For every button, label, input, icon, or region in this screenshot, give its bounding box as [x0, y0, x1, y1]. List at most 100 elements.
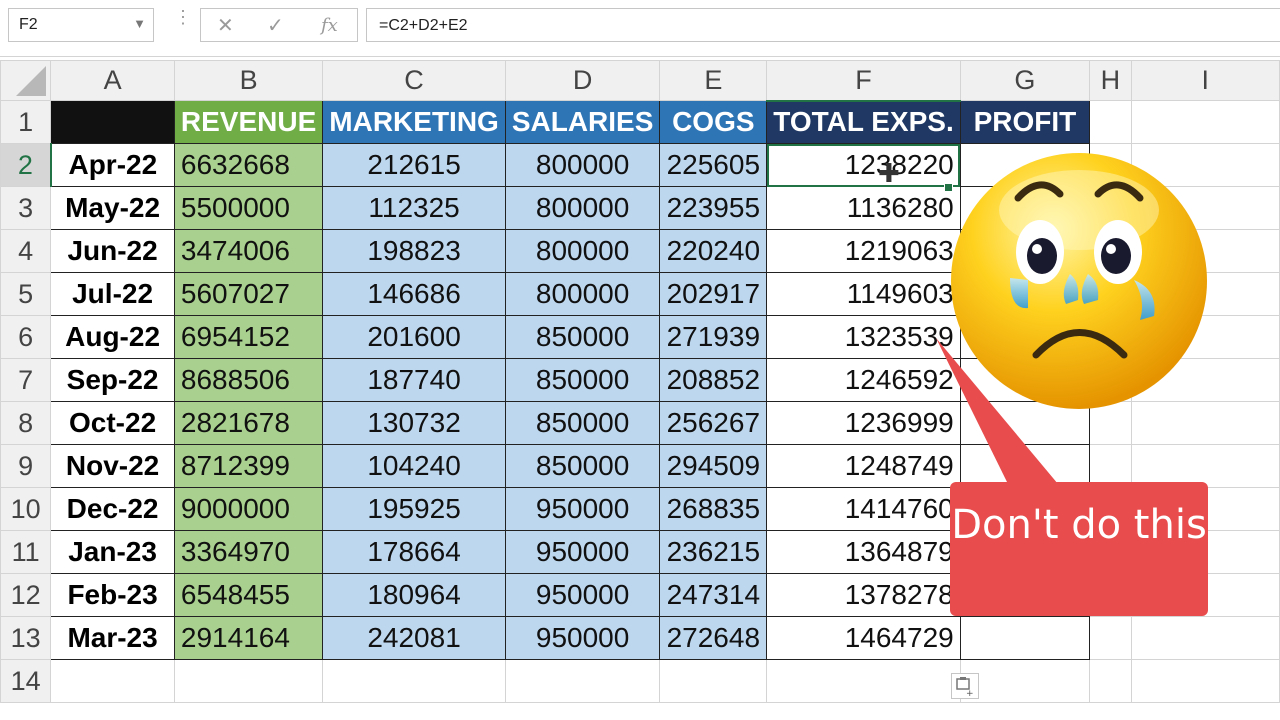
salaries-cell[interactable]: 950000 [504, 487, 661, 531]
name-box[interactable]: F2 ▼ [8, 8, 154, 42]
revenue-cell[interactable]: 8688506 [173, 358, 324, 402]
marketing-cell[interactable]: 198823 [322, 229, 506, 273]
marketing-cell[interactable]: 146686 [322, 272, 506, 316]
column-header-c[interactable]: C [322, 60, 506, 101]
total-exps-cell[interactable]: 1219063 [766, 229, 961, 273]
revenue-cell[interactable]: 6548455 [173, 573, 324, 617]
row-header[interactable]: 9 [0, 444, 52, 488]
marketing-cell[interactable]: 104240 [322, 444, 506, 488]
date-cell[interactable]: Jul-22 [50, 272, 175, 316]
formula-input[interactable]: =C2+D2+E2 [366, 8, 1280, 42]
marketing-cell[interactable]: 195925 [322, 487, 506, 531]
cell[interactable] [1089, 100, 1132, 144]
header-cell-revenue[interactable]: REVENUE [173, 100, 324, 144]
column-header-d[interactable]: D [504, 60, 661, 101]
column-header-f[interactable]: F [766, 60, 961, 102]
date-cell[interactable]: Apr-22 [50, 143, 175, 187]
marketing-cell[interactable]: 112325 [322, 186, 506, 230]
row-header[interactable]: 2 [0, 143, 52, 187]
salaries-cell[interactable]: 950000 [504, 616, 661, 660]
total-exps-cell[interactable]: 1238220 [766, 143, 961, 187]
date-cell[interactable]: May-22 [50, 186, 175, 230]
cell[interactable] [959, 659, 1091, 703]
revenue-cell[interactable]: 6954152 [173, 315, 324, 359]
marketing-cell[interactable]: 178664 [322, 530, 506, 574]
cell[interactable] [1089, 616, 1132, 660]
revenue-cell[interactable]: 2914164 [173, 616, 324, 660]
cell[interactable] [766, 659, 961, 703]
row-header[interactable]: 11 [0, 530, 52, 574]
row-header[interactable]: 4 [0, 229, 52, 273]
column-header-g[interactable]: G [959, 60, 1091, 101]
revenue-cell[interactable]: 5607027 [173, 272, 324, 316]
salaries-cell[interactable]: 850000 [504, 401, 661, 445]
header-cell-profit[interactable]: PROFIT [959, 100, 1091, 144]
date-cell[interactable]: Dec-22 [50, 487, 175, 531]
cogs-cell[interactable]: 294509 [659, 444, 768, 488]
cogs-cell[interactable]: 208852 [659, 358, 768, 402]
date-cell[interactable]: Aug-22 [50, 315, 175, 359]
marketing-cell[interactable]: 212615 [322, 143, 506, 187]
cogs-cell[interactable]: 220240 [659, 229, 768, 273]
cogs-cell[interactable]: 223955 [659, 186, 768, 230]
salaries-cell[interactable]: 850000 [504, 358, 661, 402]
row-header[interactable]: 3 [0, 186, 52, 230]
total-exps-cell[interactable]: 1149603 [766, 272, 961, 316]
cell[interactable] [173, 659, 324, 703]
salaries-cell[interactable]: 850000 [504, 315, 661, 359]
cogs-cell[interactable]: 272648 [659, 616, 768, 660]
cell[interactable] [50, 659, 175, 703]
row-header[interactable]: 13 [0, 616, 52, 660]
revenue-cell[interactable]: 5500000 [173, 186, 324, 230]
header-cell-total-exps[interactable]: TOTAL EXPS. [766, 100, 961, 144]
cell[interactable] [322, 659, 506, 703]
salaries-cell[interactable]: 800000 [504, 143, 661, 187]
chevron-down-icon[interactable]: ▼ [133, 16, 146, 31]
date-cell[interactable]: Oct-22 [50, 401, 175, 445]
column-header-i[interactable]: I [1130, 60, 1280, 101]
date-cell[interactable]: Mar-23 [50, 616, 175, 660]
revenue-cell[interactable]: 2821678 [173, 401, 324, 445]
revenue-cell[interactable]: 3364970 [173, 530, 324, 574]
date-cell[interactable]: Jun-22 [50, 229, 175, 273]
marketing-cell[interactable]: 242081 [322, 616, 506, 660]
cogs-cell[interactable]: 256267 [659, 401, 768, 445]
cogs-cell[interactable]: 268835 [659, 487, 768, 531]
header-cell-salaries[interactable]: SALARIES [504, 100, 661, 144]
column-header-e[interactable]: E [659, 60, 768, 101]
salaries-cell[interactable]: 850000 [504, 444, 661, 488]
revenue-cell[interactable]: 8712399 [173, 444, 324, 488]
salaries-cell[interactable]: 950000 [504, 530, 661, 574]
salaries-cell[interactable]: 800000 [504, 229, 661, 273]
enter-check-icon[interactable]: ✓ [267, 13, 284, 38]
marketing-cell[interactable]: 187740 [322, 358, 506, 402]
revenue-cell[interactable]: 9000000 [173, 487, 324, 531]
row-header[interactable]: 7 [0, 358, 52, 402]
cell[interactable] [1130, 616, 1280, 660]
column-header-b[interactable]: B [173, 60, 324, 101]
row-header[interactable]: 1 [0, 100, 52, 144]
total-exps-cell[interactable]: 1136280 [766, 186, 961, 230]
total-exps-cell[interactable]: 1364879 [766, 530, 961, 574]
cogs-cell[interactable]: 247314 [659, 573, 768, 617]
row-header[interactable]: 12 [0, 573, 52, 617]
total-exps-cell[interactable]: 1464729 [766, 616, 961, 660]
revenue-cell[interactable]: 3474006 [173, 229, 324, 273]
header-cell-a[interactable] [50, 100, 175, 144]
cogs-cell[interactable]: 225605 [659, 143, 768, 187]
column-header-h[interactable]: H [1089, 60, 1132, 101]
row-header[interactable]: 6 [0, 315, 52, 359]
marketing-cell[interactable]: 180964 [322, 573, 506, 617]
marketing-cell[interactable]: 201600 [322, 315, 506, 359]
date-cell[interactable]: Nov-22 [50, 444, 175, 488]
cell[interactable] [659, 659, 768, 703]
header-cell-marketing[interactable]: MARKETING [322, 100, 506, 144]
header-cell-cogs[interactable]: COGS [659, 100, 768, 144]
total-exps-cell[interactable]: 1378278 [766, 573, 961, 617]
row-header[interactable]: 5 [0, 272, 52, 316]
cogs-cell[interactable]: 271939 [659, 315, 768, 359]
row-header[interactable]: 14 [0, 659, 52, 703]
cogs-cell[interactable]: 236215 [659, 530, 768, 574]
cell[interactable] [1130, 659, 1280, 703]
row-header[interactable]: 10 [0, 487, 52, 531]
